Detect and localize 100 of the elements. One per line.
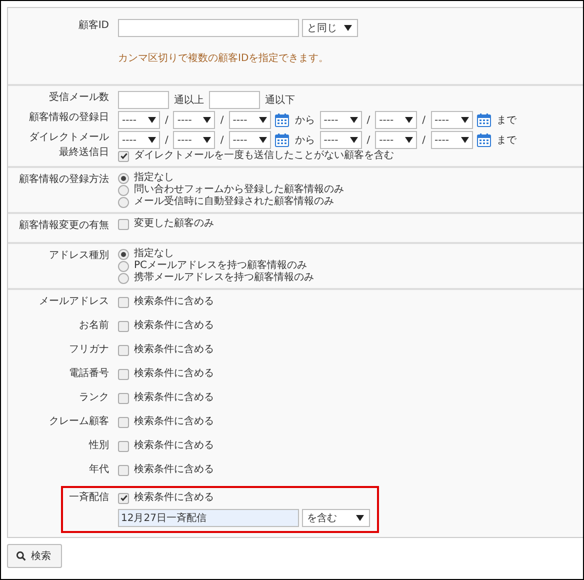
search-button[interactable]: 検索 bbox=[7, 544, 62, 568]
checkbox[interactable] bbox=[118, 344, 129, 356]
date-dropdown[interactable]: ---- bbox=[228, 111, 271, 129]
caret-icon bbox=[258, 117, 267, 123]
unit-text: 通以下 bbox=[265, 94, 295, 107]
field-label: アドレス種別 bbox=[49, 249, 109, 263]
radio-option[interactable]: 指定なし bbox=[118, 248, 314, 260]
date-separator: / bbox=[165, 114, 168, 126]
date-dropdown[interactable]: ---- bbox=[430, 131, 472, 149]
radio-button[interactable] bbox=[118, 172, 129, 184]
checkbox[interactable] bbox=[118, 492, 129, 504]
max-count-field[interactable] bbox=[209, 91, 260, 109]
field-label: 最終送信日 bbox=[59, 146, 109, 159]
radio-option[interactable]: 携帯メールアドレスを持つ顧客情報のみ bbox=[118, 272, 314, 284]
range-word: から bbox=[294, 114, 315, 127]
field-label: 顧客情報の登録方法 bbox=[19, 172, 109, 187]
range-word: から bbox=[294, 134, 315, 147]
field-label: お名前 bbox=[79, 319, 109, 333]
range-word: まで bbox=[496, 114, 516, 127]
date-separator: / bbox=[366, 114, 370, 126]
hint-text: カンマ区切りで複数の顧客IDを指定できます。 bbox=[118, 52, 330, 66]
radio-button[interactable] bbox=[118, 196, 129, 208]
field-label: 受信メール数 bbox=[49, 90, 109, 105]
caret-icon bbox=[148, 137, 156, 143]
calendar-icon[interactable] bbox=[476, 133, 490, 147]
checkbox-option[interactable]: ダイレクトメールを一度も送信したことがない顧客を含む bbox=[118, 150, 518, 162]
checkbox-option[interactable]: 検索条件に含める bbox=[118, 414, 214, 430]
checkbox[interactable] bbox=[118, 392, 129, 404]
field-label: メールアドレス bbox=[39, 295, 109, 309]
date-dropdown[interactable]: ---- bbox=[228, 131, 271, 149]
checkbox-option[interactable]: 検索条件に含める bbox=[118, 438, 214, 454]
caret-icon bbox=[350, 117, 358, 123]
checkbox[interactable] bbox=[118, 440, 129, 452]
field-label: 電話番号 bbox=[69, 366, 109, 381]
customer-id-field[interactable] bbox=[118, 19, 299, 37]
caret-icon bbox=[405, 117, 414, 123]
radio-button[interactable] bbox=[118, 184, 129, 196]
calendar-icon[interactable] bbox=[274, 113, 289, 127]
date-dropdown[interactable]: ---- bbox=[375, 131, 418, 149]
checkbox[interactable] bbox=[118, 416, 129, 428]
radio-option[interactable]: メール受信時に自動登録された顧客情報のみ bbox=[118, 196, 344, 208]
radio-option[interactable]: PCメールアドレスを持つ顧客情報のみ bbox=[118, 260, 314, 272]
date-dropdown[interactable]: ---- bbox=[118, 111, 160, 129]
caret-icon bbox=[405, 137, 414, 143]
unit-text: 通以上 bbox=[174, 94, 204, 107]
checkbox[interactable] bbox=[118, 320, 129, 332]
checkbox-option[interactable]: 検索条件に含める bbox=[118, 342, 214, 358]
checkbox[interactable] bbox=[118, 296, 129, 308]
min-count-field[interactable] bbox=[118, 91, 169, 109]
checkbox-option[interactable]: 変更した顧客のみ bbox=[118, 218, 214, 230]
field-label: ダイレクトメール bbox=[29, 131, 109, 145]
checkbox-option[interactable]: 検索条件に含める bbox=[118, 390, 214, 406]
field-label: ランク bbox=[79, 391, 109, 405]
date-separator: / bbox=[422, 114, 426, 126]
date-dropdown[interactable]: ---- bbox=[430, 111, 472, 129]
checkbox-option[interactable]: 検索条件に含める bbox=[118, 462, 214, 478]
caret-icon bbox=[460, 117, 468, 123]
date-separator: / bbox=[220, 114, 224, 126]
caret-icon bbox=[350, 137, 358, 143]
caret-icon bbox=[460, 137, 468, 143]
checkbox[interactable] bbox=[118, 150, 129, 162]
date-dropdown[interactable]: ---- bbox=[173, 111, 216, 129]
match-dropdown[interactable]: を含む bbox=[302, 509, 370, 527]
calendar-icon[interactable] bbox=[274, 133, 289, 147]
date-separator: / bbox=[220, 134, 224, 146]
text-field[interactable]: 12月27日一斉配信 bbox=[118, 509, 299, 527]
date-separator: / bbox=[165, 134, 168, 146]
date-dropdown[interactable]: ---- bbox=[173, 131, 216, 149]
radio-button[interactable] bbox=[118, 272, 129, 284]
calendar-icon[interactable] bbox=[476, 113, 490, 127]
field-label: 顧客ID bbox=[78, 18, 109, 33]
checkbox[interactable] bbox=[118, 218, 129, 230]
field-label: 性別 bbox=[89, 438, 109, 453]
radio-button[interactable] bbox=[118, 248, 129, 260]
date-dropdown[interactable]: ---- bbox=[320, 131, 362, 149]
radio-button[interactable] bbox=[118, 260, 129, 272]
caret-icon bbox=[148, 117, 156, 123]
checkbox[interactable] bbox=[118, 368, 129, 380]
radio-option[interactable]: 問い合わせフォームから登録した顧客情報のみ bbox=[118, 184, 344, 196]
date-dropdown[interactable]: ---- bbox=[375, 111, 418, 129]
checkbox-option[interactable]: 検索条件に含める bbox=[118, 366, 214, 382]
date-dropdown[interactable]: ---- bbox=[320, 111, 362, 129]
search-icon bbox=[16, 551, 26, 561]
checkbox-option[interactable]: 検索条件に含める bbox=[118, 294, 214, 310]
checkbox-option[interactable]: 検索条件に含める bbox=[118, 318, 214, 334]
field-label: 年代 bbox=[89, 463, 109, 477]
checkbox[interactable] bbox=[118, 464, 129, 476]
field-label: 顧客情報の登録日 bbox=[29, 110, 109, 125]
field-label: 顧客情報変更の有無 bbox=[19, 218, 109, 233]
date-separator: / bbox=[422, 134, 426, 146]
checkbox-option[interactable]: 検索条件に含める bbox=[118, 490, 370, 506]
date-dropdown[interactable]: ---- bbox=[118, 131, 160, 149]
radio-option[interactable]: 指定なし bbox=[118, 172, 344, 184]
range-word: まで bbox=[496, 134, 516, 147]
match-dropdown[interactable]: と同じ bbox=[302, 19, 358, 37]
caret-icon bbox=[258, 137, 267, 143]
field-label: クレーム顧客 bbox=[49, 414, 109, 429]
caret-icon bbox=[344, 25, 352, 31]
date-separator: / bbox=[366, 134, 370, 146]
caret-icon bbox=[203, 117, 212, 123]
